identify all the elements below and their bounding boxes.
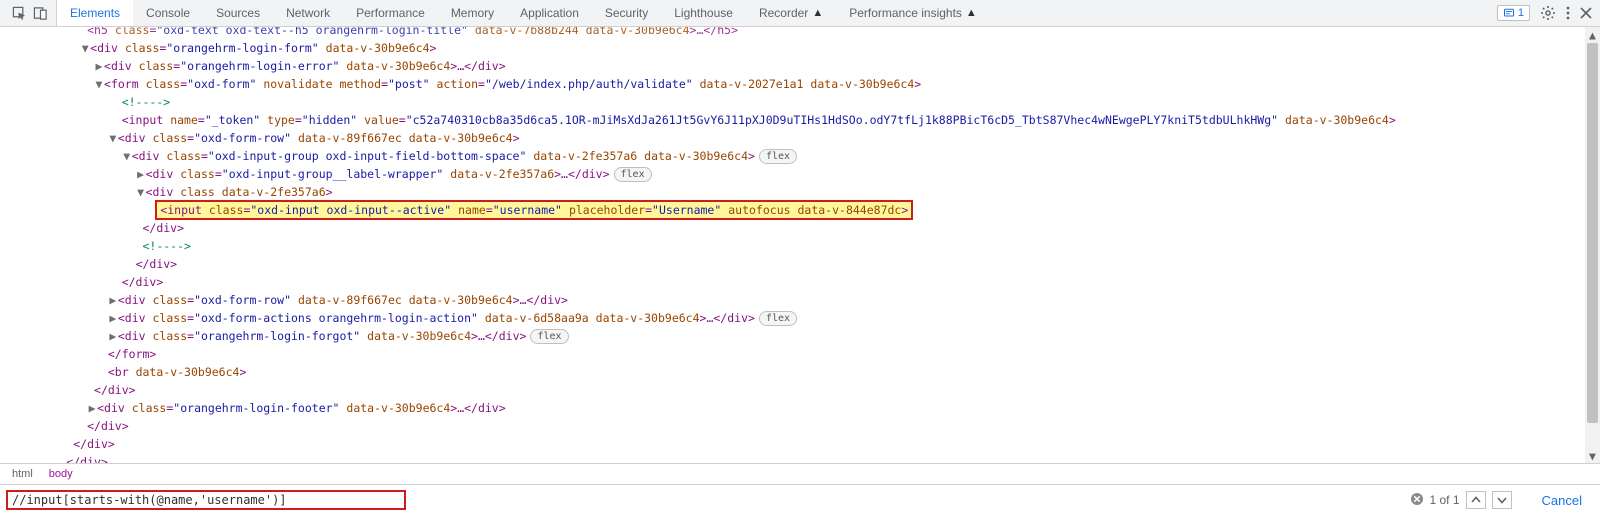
expand-toggle-icon[interactable]: ▶ [87, 399, 97, 417]
tab-console[interactable]: Console [133, 0, 203, 26]
dom-tree-line[interactable]: ▶<div class="orangehrm-login-error" data… [0, 57, 1600, 75]
tab-network[interactable]: Network [273, 0, 343, 26]
search-result-count: 1 of 1 [1430, 493, 1460, 507]
dom-tree-line[interactable]: </div> [0, 255, 1600, 273]
expand-toggle-icon[interactable]: ▼ [80, 39, 90, 57]
dom-tree-line[interactable]: </div> [0, 453, 1600, 463]
dom-tree-line[interactable]: <!----> [0, 237, 1600, 255]
dom-tree-line[interactable]: </div> [0, 435, 1600, 453]
dom-tree-line[interactable]: <input class="oxd-input oxd-input--activ… [0, 201, 1600, 219]
devtools-tabbar: ElementsConsoleSourcesNetworkPerformance… [0, 0, 1600, 27]
search-cancel-button[interactable]: Cancel [1542, 493, 1582, 508]
dom-tree-line[interactable]: ▶<div class="orangehrm-login-footer" dat… [0, 399, 1600, 417]
dom-tree-line[interactable]: ▶<div class="orangehrm-login-forgot" dat… [0, 327, 1600, 345]
breadcrumb-item[interactable]: html [4, 466, 41, 482]
search-prev-button[interactable] [1466, 491, 1486, 509]
scroll-down-icon[interactable]: ▼ [1585, 448, 1600, 463]
expand-toggle-icon[interactable]: ▶ [108, 327, 118, 345]
tab-application[interactable]: Application [507, 0, 592, 26]
warning-icon: ▲ [966, 7, 977, 19]
expand-toggle-icon[interactable]: ▼ [136, 183, 146, 201]
expand-toggle-icon[interactable]: ▼ [122, 147, 132, 165]
dom-tree-line[interactable]: ▶<div class="oxd-input-group__label-wrap… [0, 165, 1600, 183]
dom-tree-line[interactable]: </div> [0, 273, 1600, 291]
tree-scrollbar[interactable]: ▲ ▼ [1585, 27, 1600, 463]
tab-elements[interactable]: Elements [57, 0, 133, 26]
dom-tree-line[interactable]: </form> [0, 345, 1600, 363]
issue-badge-count: 1 [1518, 7, 1524, 19]
dom-tree-line[interactable]: ▶<div class="oxd-form-actions orangehrm-… [0, 309, 1600, 327]
tab-lighthouse[interactable]: Lighthouse [661, 0, 746, 26]
flex-badge[interactable]: flex [759, 311, 797, 326]
dom-tree-line[interactable]: </div> [0, 417, 1600, 435]
tabs: ElementsConsoleSourcesNetworkPerformance… [57, 0, 990, 26]
expand-toggle-icon[interactable]: ▶ [94, 57, 104, 75]
dom-tree-line[interactable]: ▼<div class="oxd-form-row" data-v-89f667… [0, 129, 1600, 147]
dom-tree-line[interactable]: <!----> [0, 93, 1600, 111]
tab-security[interactable]: Security [592, 0, 661, 26]
clear-search-icon[interactable] [1410, 492, 1424, 509]
dom-tree-line[interactable]: ▼<form class="oxd-form" novalidate metho… [0, 75, 1600, 93]
kebab-icon[interactable] [1566, 6, 1570, 20]
tab-recorder[interactable]: Recorder▲ [746, 0, 836, 26]
dom-tree-line[interactable]: </div> [0, 381, 1600, 399]
issue-badge[interactable]: 1 [1497, 5, 1530, 21]
expand-toggle-icon[interactable]: ▼ [108, 129, 118, 147]
device-toggle-icon[interactable] [33, 6, 48, 21]
tabbar-right: 1 [1497, 0, 1600, 26]
search-input[interactable] [6, 490, 406, 510]
flex-badge[interactable]: flex [614, 167, 652, 182]
elements-search-bar: 1 of 1 Cancel [0, 485, 1600, 515]
dom-tree-line[interactable]: ▼<div class="oxd-input-group oxd-input-f… [0, 147, 1600, 165]
search-next-button[interactable] [1492, 491, 1512, 509]
flex-badge[interactable]: flex [530, 329, 568, 344]
elements-tree-area: <h5 class="oxd-text oxd-text--h5 orangeh… [0, 27, 1600, 463]
highlighted-node[interactable]: <input class="oxd-input oxd-input--activ… [156, 201, 912, 219]
flex-badge[interactable]: flex [759, 149, 797, 164]
dom-tree-line[interactable]: <h5 class="oxd-text oxd-text--h5 orangeh… [0, 27, 1600, 39]
tab-performance[interactable]: Performance [343, 0, 438, 26]
gear-icon[interactable] [1540, 5, 1556, 21]
expand-toggle-icon[interactable]: ▶ [108, 309, 118, 327]
dom-tree-line[interactable]: </div> [0, 219, 1600, 237]
tab-performance-insights[interactable]: Performance insights▲ [836, 0, 990, 26]
tab-memory[interactable]: Memory [438, 0, 507, 26]
dom-tree-line[interactable]: ▼<div class="orangehrm-login-form" data-… [0, 39, 1600, 57]
expand-toggle-icon[interactable]: ▼ [94, 75, 104, 93]
tab-sources[interactable]: Sources [203, 0, 273, 26]
close-icon[interactable] [1580, 7, 1592, 19]
inspect-icon[interactable] [12, 6, 27, 21]
elements-dom-tree[interactable]: <h5 class="oxd-text oxd-text--h5 orangeh… [0, 27, 1600, 463]
elements-breadcrumb: htmlbody [0, 463, 1600, 485]
dom-tree-line[interactable]: ▼<div class data-v-2fe357a6> [0, 183, 1600, 201]
dom-tree-line[interactable]: <input name="_token" type="hidden" value… [0, 111, 1600, 129]
breadcrumb-item[interactable]: body [41, 466, 81, 482]
expand-toggle-icon[interactable]: ▶ [108, 291, 118, 309]
expand-toggle-icon[interactable]: ▶ [136, 165, 146, 183]
dom-tree-line[interactable]: <br data-v-30b9e6c4> [0, 363, 1600, 381]
tabbar-leading [4, 0, 57, 26]
scroll-up-icon[interactable]: ▲ [1585, 27, 1600, 42]
scrollbar-thumb[interactable] [1587, 43, 1598, 423]
dom-tree-line[interactable]: ▶<div class="oxd-form-row" data-v-89f667… [0, 291, 1600, 309]
warning-icon: ▲ [812, 7, 823, 19]
